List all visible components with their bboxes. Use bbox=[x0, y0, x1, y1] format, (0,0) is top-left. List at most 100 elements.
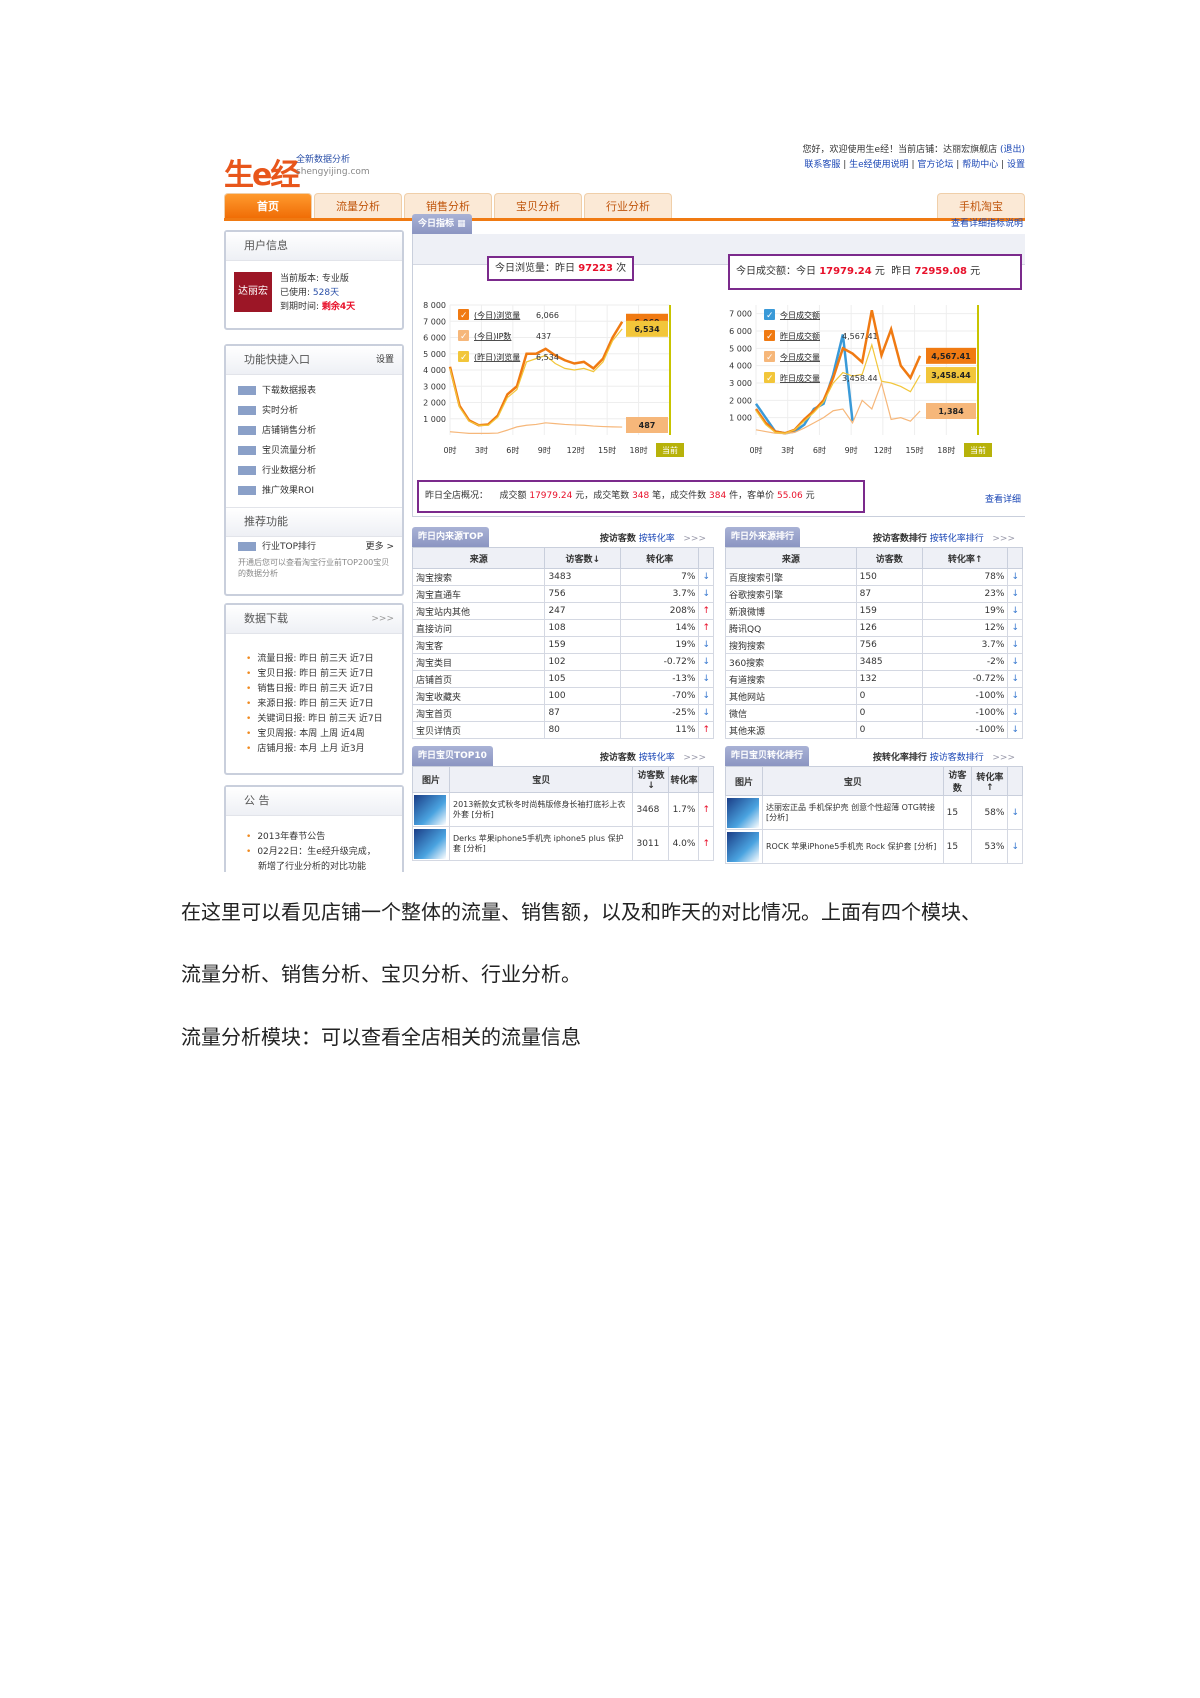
column-header[interactable]: 访客数↓ bbox=[544, 547, 622, 569]
edit-link[interactable]: 设置 bbox=[376, 346, 394, 374]
table-row[interactable]: ROCK 苹果iPhone5手机壳 Rock 保护套 [分析] 15 53% ↓ bbox=[725, 829, 1023, 864]
notice-item[interactable]: 新增了行业分析的对比功能 bbox=[226, 860, 402, 872]
notice-item[interactable]: • 2013年春节公告 bbox=[226, 830, 402, 845]
column-header[interactable]: 来源 bbox=[725, 547, 857, 569]
shortcut-icon bbox=[238, 386, 256, 395]
callout-label: 1,384 bbox=[938, 407, 964, 416]
support-link[interactable]: 联系客服 bbox=[804, 160, 840, 170]
column-header[interactable]: 转化率↑ bbox=[971, 766, 1009, 796]
forum-link[interactable]: 官方论坛 bbox=[917, 160, 953, 170]
download-item[interactable]: • 宝贝周报: 本周 上周 近4周 bbox=[226, 727, 402, 742]
panel-tab[interactable]: 昨日外来源排行 bbox=[725, 527, 801, 547]
item-thumbnail[interactable] bbox=[414, 794, 446, 825]
column-header[interactable]: 转化率 bbox=[668, 766, 700, 793]
panel-tab[interactable]: 昨日宝贝TOP10 bbox=[412, 746, 493, 766]
detail-link[interactable]: 查看详细 bbox=[985, 492, 1021, 505]
table-row[interactable]: 淘宝客 159 19% ↓ bbox=[411, 636, 714, 654]
shortcut-item[interactable]: 店铺销售分析 bbox=[226, 421, 402, 441]
download-item[interactable]: • 销售日报: 昨日 前三天 近7日 bbox=[226, 682, 402, 697]
item-thumbnail[interactable] bbox=[414, 828, 446, 859]
more-link[interactable]: >>> bbox=[371, 605, 394, 633]
legend-value: 6,534 bbox=[536, 353, 559, 362]
sort-option[interactable]: 按访客数 bbox=[600, 753, 636, 763]
table-row[interactable]: 腾讯QQ 126 12% ↓ bbox=[725, 619, 1023, 637]
column-header[interactable]: 访客数 bbox=[855, 547, 923, 569]
logout-link[interactable]: (退出) bbox=[1000, 145, 1025, 155]
sort-option[interactable]: 按访客数排行 bbox=[873, 534, 927, 544]
download-item[interactable]: • 宝贝日报: 昨日 前三天 近7日 bbox=[226, 667, 402, 682]
table-row[interactable]: 2013新款女式秋冬时尚韩版修身长袖打底衫上衣外套 [分析] 3468 1.7% ↑ bbox=[412, 792, 714, 827]
column-header[interactable]: 来源 bbox=[411, 547, 546, 569]
shortcut-item[interactable]: 推广效果ROI bbox=[226, 481, 402, 501]
metric-help-link[interactable]: 查看详细指标说明 bbox=[951, 216, 1023, 229]
column-header[interactable]: 访客数↓ bbox=[632, 766, 670, 793]
notice-item[interactable]: • 02月22日：生e经升级完成， bbox=[226, 845, 402, 860]
y-tick-label: 5 000 bbox=[729, 344, 752, 353]
table-row[interactable]: 达丽宏正品 手机保护壳 创意个性超薄 OTG转接 [分析] 15 58% ↓ bbox=[725, 795, 1023, 830]
more-link[interactable]: >>> bbox=[683, 753, 706, 763]
panel-tab[interactable]: 昨日宝贝转化排行 bbox=[725, 746, 810, 766]
x-tick-label: 15时 bbox=[905, 445, 923, 455]
column-header[interactable]: 访客数 bbox=[942, 766, 973, 796]
table-row[interactable]: 淘宝直通车 756 3.7% ↓ bbox=[411, 585, 714, 603]
shortcut-item[interactable]: 下载数据报表 bbox=[226, 381, 402, 401]
more-link[interactable]: >>> bbox=[992, 753, 1015, 763]
sort-option[interactable]: 按访客数排行 bbox=[930, 753, 984, 763]
table-row[interactable]: 淘宝类目 102 -0.72% ↓ bbox=[411, 653, 714, 671]
table-row[interactable]: 谷歌搜索引擎 87 23% ↓ bbox=[725, 585, 1023, 603]
table-row[interactable]: 淘宝收藏夹 100 -70% ↓ bbox=[411, 687, 714, 705]
table-row[interactable]: 新浪微博 159 19% ↓ bbox=[725, 602, 1023, 620]
sort-option[interactable]: 按转化率排行 bbox=[873, 753, 927, 763]
sort-option[interactable]: 按转化率 bbox=[639, 534, 675, 544]
sort-option[interactable]: 按访客数 bbox=[600, 534, 636, 544]
guide-link[interactable]: 生e经使用说明 bbox=[849, 160, 909, 170]
tab-home[interactable]: 首页 bbox=[224, 193, 312, 218]
table-row[interactable]: 搜狗搜索 756 3.7% ↓ bbox=[725, 636, 1023, 654]
download-item[interactable]: • 店铺月报: 本月 上月 近3月 bbox=[226, 742, 402, 757]
table-row[interactable]: 微信 0 -100% ↓ bbox=[725, 704, 1023, 722]
item-thumbnail[interactable] bbox=[727, 831, 759, 862]
shortcut-item[interactable]: 实时分析 bbox=[226, 401, 402, 421]
item-thumbnail[interactable] bbox=[727, 797, 759, 828]
download-item[interactable]: • 流量日报: 昨日 前三天 近7日 bbox=[226, 652, 402, 667]
column-header[interactable]: 图片 bbox=[725, 766, 763, 796]
table-row[interactable]: Derks 苹果iphone5手机壳 iphone5 plus 保护套 [分析]… bbox=[412, 826, 714, 861]
table-row[interactable]: 淘宝首页 87 -25% ↓ bbox=[411, 704, 714, 722]
table-row[interactable]: 360搜索 3485 -2% ↓ bbox=[725, 653, 1023, 671]
more-link[interactable]: >>> bbox=[683, 534, 706, 544]
table-row[interactable]: 淘宝搜索 3483 7% ↓ bbox=[411, 568, 714, 586]
pv-summary: 今日浏览量：昨日 97223 次 bbox=[487, 256, 635, 281]
table-row[interactable]: 其他网站 0 -100% ↓ bbox=[725, 687, 1023, 705]
column-header[interactable]: 图片 bbox=[412, 766, 450, 793]
settings-link[interactable]: 设置 bbox=[1007, 160, 1025, 170]
download-item[interactable]: • 来源日报: 昨日 前三天 近7日 bbox=[226, 697, 402, 712]
column-header[interactable]: 宝贝 bbox=[448, 766, 634, 793]
panel-tab[interactable]: 昨日内来源TOP bbox=[412, 527, 490, 547]
more-link[interactable]: >>> bbox=[992, 534, 1015, 544]
column-header[interactable]: 宝贝 bbox=[762, 766, 944, 796]
arrow-down-icon: ↓ bbox=[1007, 687, 1023, 705]
y-tick-label: 2 000 bbox=[729, 396, 752, 405]
tab-industry[interactable]: 行业分析 bbox=[584, 193, 672, 218]
tab-traffic[interactable]: 流量分析 bbox=[314, 193, 402, 218]
download-item[interactable]: • 关键词日报: 昨日 前三天 近7日 bbox=[226, 712, 402, 727]
tab-items[interactable]: 宝贝分析 bbox=[494, 193, 582, 218]
tab-mobile[interactable]: 手机淘宝 bbox=[937, 193, 1025, 218]
table-row[interactable]: 店铺首页 105 -13% ↓ bbox=[411, 670, 714, 688]
shortcut-item[interactable]: 宝贝流量分析 bbox=[226, 441, 402, 461]
recommend-item[interactable]: 行业TOP排行 更多 > bbox=[226, 537, 402, 557]
help-link[interactable]: 帮助中心 bbox=[962, 160, 998, 170]
column-header[interactable]: 转化率 bbox=[620, 547, 700, 569]
sort-option[interactable]: 按转化率排行 bbox=[930, 534, 984, 544]
y-tick-label: 5 000 bbox=[423, 350, 446, 359]
table-row[interactable]: 直接访问 108 14% ↑ bbox=[411, 619, 714, 637]
today-tab[interactable]: 今日指标 ▦ bbox=[412, 214, 472, 234]
column-header[interactable]: 转化率↑ bbox=[921, 547, 1009, 569]
table-row[interactable]: 宝贝详情页 80 11% ↑ bbox=[411, 721, 714, 739]
sort-option[interactable]: 按转化率 bbox=[639, 753, 675, 763]
table-row[interactable]: 有道搜索 132 -0.72% ↓ bbox=[725, 670, 1023, 688]
table-row[interactable]: 其他来源 0 -100% ↓ bbox=[725, 721, 1023, 739]
table-row[interactable]: 淘宝站内其他 247 208% ↑ bbox=[411, 602, 714, 620]
shortcut-item[interactable]: 行业数据分析 bbox=[226, 461, 402, 481]
table-row[interactable]: 百度搜索引擎 150 78% ↓ bbox=[725, 568, 1023, 586]
